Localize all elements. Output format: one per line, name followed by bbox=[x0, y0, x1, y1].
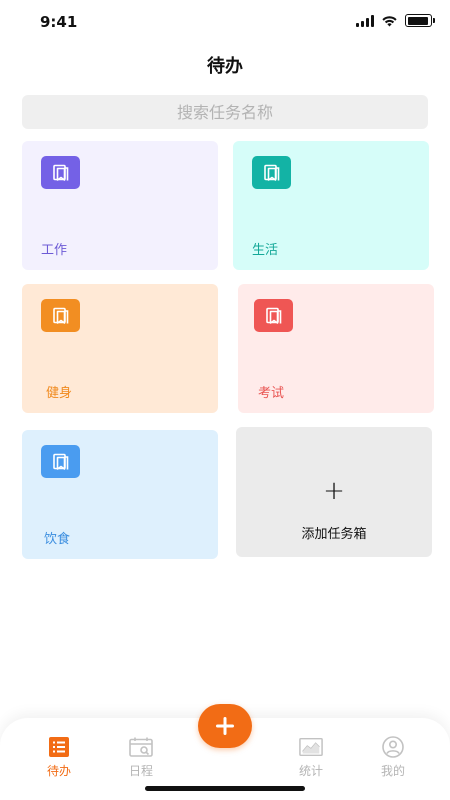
page-title: 待办 bbox=[207, 56, 243, 77]
status-bar: 9:41 bbox=[0, 0, 450, 44]
tab-label: 日程 bbox=[128, 764, 153, 778]
profile-icon bbox=[381, 736, 405, 758]
wifi-icon bbox=[382, 15, 397, 26]
bookmark-icon bbox=[254, 299, 293, 332]
task-box-label: 考试 bbox=[258, 386, 285, 401]
tab-label: 待办 bbox=[46, 764, 71, 778]
task-box-label: 饮食 bbox=[44, 532, 71, 547]
tab-mine[interactable]: 我的 bbox=[363, 736, 423, 779]
chart-icon bbox=[299, 736, 323, 758]
battery-icon bbox=[405, 14, 435, 27]
list-icon bbox=[47, 736, 71, 758]
tab-label: 统计 bbox=[298, 764, 323, 778]
task-box-label: 生活 bbox=[252, 243, 279, 258]
cellular-signal-icon bbox=[356, 14, 374, 27]
calendar-icon bbox=[129, 736, 153, 758]
home-indicator bbox=[145, 786, 305, 791]
bookmark-icon bbox=[41, 299, 80, 332]
bookmark-icon bbox=[252, 156, 291, 189]
plus-icon bbox=[216, 717, 234, 735]
task-box-exam[interactable]: 考试 bbox=[238, 284, 434, 413]
plus-icon: + bbox=[323, 476, 345, 506]
task-box-fitness[interactable]: 健身 bbox=[22, 284, 218, 413]
status-icons bbox=[356, 14, 435, 27]
bookmark-icon bbox=[41, 156, 80, 189]
add-task-box-button[interactable]: + 添加任务箱 bbox=[236, 427, 432, 557]
add-task-fab-button[interactable] bbox=[198, 704, 252, 748]
tab-todo[interactable]: 待办 bbox=[29, 736, 89, 779]
bookmark-icon bbox=[41, 445, 80, 478]
task-box-label: 健身 bbox=[46, 386, 73, 401]
task-box-label: 工作 bbox=[41, 243, 68, 258]
add-task-box-label: 添加任务箱 bbox=[301, 527, 367, 542]
tab-stats[interactable]: 统计 bbox=[281, 736, 341, 779]
battery-level bbox=[407, 16, 429, 25]
status-time: 9:41 bbox=[40, 13, 78, 31]
search-input[interactable] bbox=[22, 95, 428, 129]
tab-label: 我的 bbox=[380, 764, 405, 778]
task-box-life[interactable]: 生活 bbox=[233, 141, 429, 270]
task-box-work[interactable]: 工作 bbox=[22, 141, 218, 270]
task-box-diet[interactable]: 饮食 bbox=[22, 430, 218, 559]
tab-schedule[interactable]: 日程 bbox=[111, 736, 171, 779]
